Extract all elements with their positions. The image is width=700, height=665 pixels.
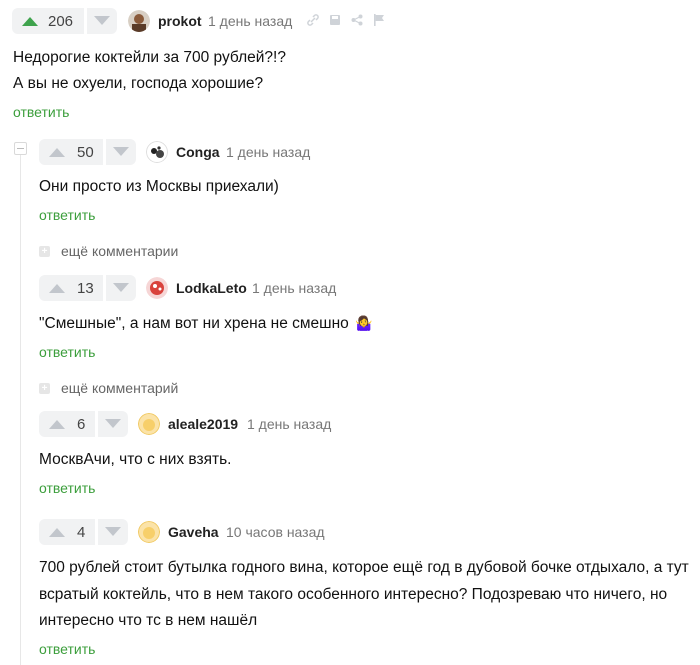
arrow-up-icon [22,17,38,26]
reply-link[interactable]: ответить [39,480,95,496]
share-icon[interactable] [351,14,363,26]
minus-icon [17,148,24,149]
plus-icon: + [39,382,50,394]
collapse-thread-button[interactable] [14,142,27,155]
downvote-button[interactable] [106,139,136,165]
comment-text-line: интересно что тс в нем нашёл [39,612,258,629]
comment-text-content: "Смешные", а нам вот ни хрена не смешно [39,315,349,332]
timestamp[interactable]: 1 день назад [208,13,292,29]
avatar[interactable] [138,413,160,435]
shrug-emoji: 🤷‍♀️ [355,315,373,331]
vote-box: 50 [39,139,136,165]
more-comments-button[interactable]: + ещё комментарий [39,380,178,396]
more-comments-button[interactable]: + ещё комментарии [39,243,178,259]
vote-box: 206 [12,8,117,34]
arrow-down-icon [105,419,121,428]
link-icon[interactable] [307,14,319,26]
downvote-button[interactable] [87,8,117,34]
username[interactable]: Conga [176,144,220,160]
plus-icon: + [39,245,50,257]
comment-text-line: всратый коктейль, что в нем такого особе… [39,586,668,603]
upvote-button[interactable]: 6 [39,411,95,437]
reply-link[interactable]: ответить [13,104,69,120]
vote-box: 4 [39,519,128,545]
reply-link[interactable]: ответить [39,207,95,223]
vote-count: 50 [77,143,94,161]
upvote-button[interactable]: 4 [39,519,95,545]
comment-text: Они просто из Москвы приехали) [39,178,279,195]
comment-actions [307,14,385,26]
vote-count: 6 [77,415,86,433]
timestamp[interactable]: 1 день назад [247,416,331,432]
comment-text-line: Недорогие коктейли за 700 рублей?!? [13,49,286,66]
comment-text: "Смешные", а нам вот ни хрена не смешно … [39,312,373,335]
vote-box: 6 [39,411,128,437]
arrow-down-icon [105,527,121,536]
vote-count: 13 [77,279,94,297]
vote-count: 206 [48,12,74,30]
upvote-button[interactable]: 206 [12,8,84,34]
timestamp[interactable]: 1 день назад [226,144,310,160]
downvote-button[interactable] [106,275,136,301]
username[interactable]: LodkaLeto [176,280,247,296]
downvote-button[interactable] [98,411,128,437]
downvote-button[interactable] [98,519,128,545]
timestamp[interactable]: 10 часов назад [226,524,325,540]
arrow-down-icon [113,283,129,292]
comment-text: МосквАчи, что с них взять. [39,451,232,468]
username[interactable]: Gaveha [168,524,219,540]
thread-line [20,150,21,665]
comment-text-line: А вы не охуели, господа хорошие? [13,75,264,92]
avatar[interactable] [128,10,150,32]
arrow-down-icon [113,147,129,156]
arrow-up-icon [49,528,65,537]
vote-box: 13 [39,275,136,301]
arrow-up-icon [49,148,65,157]
avatar[interactable] [138,521,160,543]
arrow-down-icon [94,16,110,25]
arrow-up-icon [49,420,65,429]
flag-icon[interactable] [373,14,385,26]
avatar[interactable] [146,141,168,163]
reply-link[interactable]: ответить [39,344,95,360]
reply-link[interactable]: ответить [39,641,95,657]
upvote-button[interactable]: 50 [39,139,103,165]
arrow-up-icon [49,284,65,293]
upvote-button[interactable]: 13 [39,275,103,301]
save-icon[interactable] [329,14,341,26]
timestamp[interactable]: 1 день назад [252,280,336,296]
more-comments-label: ещё комментарий [61,380,179,396]
username[interactable]: prokot [158,13,202,29]
avatar[interactable] [146,277,168,299]
comment-text-line: 700 рублей стоит бутылка годного вина, к… [39,559,689,576]
username[interactable]: aleale2019 [168,416,238,432]
vote-count: 4 [77,523,86,541]
more-comments-label: ещё комментарии [61,243,179,259]
